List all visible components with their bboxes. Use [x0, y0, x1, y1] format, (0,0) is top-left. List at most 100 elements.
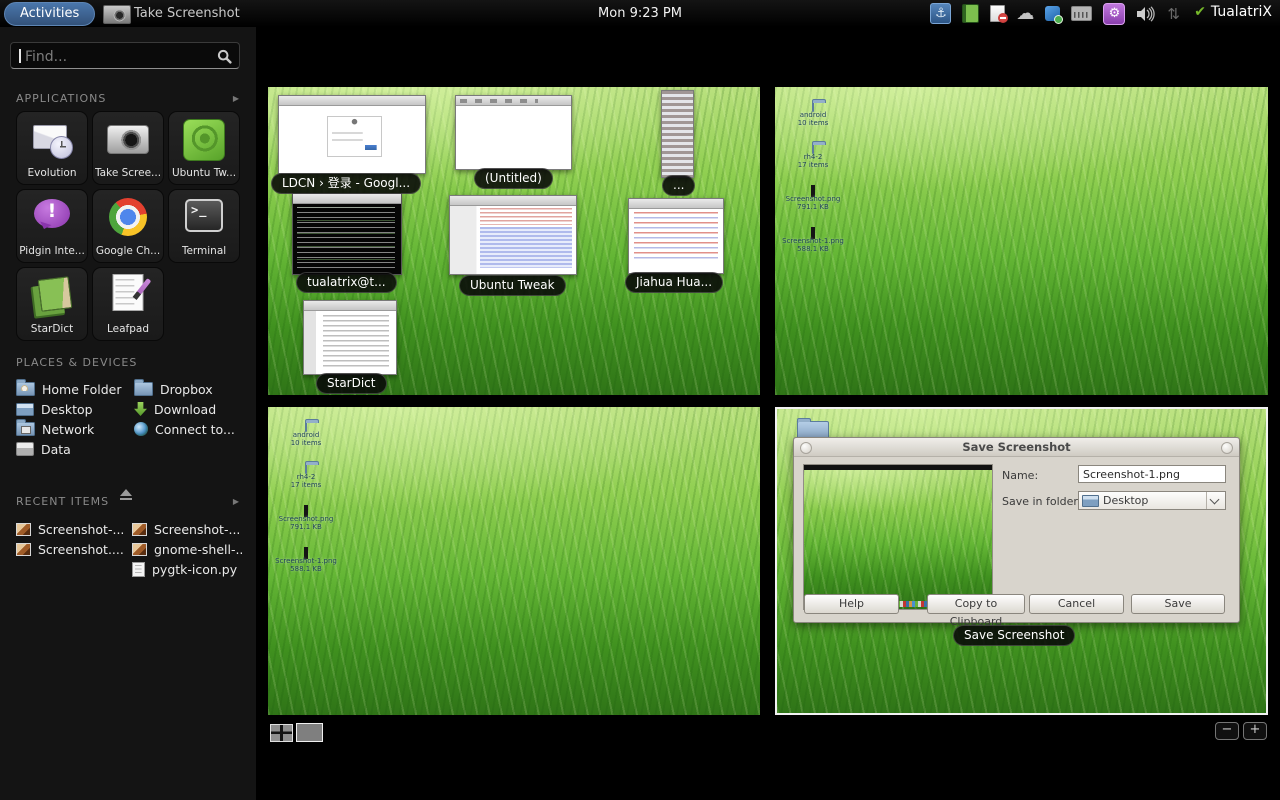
recent-item[interactable]: Screenshot-... — [16, 519, 132, 539]
app-evolution[interactable]: Evolution — [16, 111, 88, 185]
app-label: Leafpad — [107, 323, 149, 335]
folder-dropdown[interactable]: Desktop — [1078, 491, 1226, 510]
cancel-button[interactable]: Cancel — [1029, 594, 1124, 614]
app-terminal[interactable]: >_Terminal — [168, 189, 240, 263]
window-untitled[interactable] — [455, 95, 572, 170]
dropbox-icon[interactable] — [1045, 6, 1060, 21]
workspace-3[interactable]: android10 items rh4-217 items Screenshot… — [268, 407, 760, 715]
volume-icon[interactable] — [1136, 6, 1156, 22]
desktop-icon-image: Screenshot.png791.1 KB — [274, 507, 338, 531]
app-take-screenshot[interactable]: Take Scree... — [92, 111, 164, 185]
app-leafpad[interactable]: Leafpad — [92, 267, 164, 341]
recent-item[interactable]: Screenshot.... — [16, 539, 132, 559]
recent-item[interactable]: Screenshot-... — [132, 519, 244, 539]
titlebar-button-left[interactable] — [800, 442, 812, 454]
app-label: Pidgin Inte... — [19, 245, 85, 257]
place-label: Connect to... — [155, 422, 235, 437]
text-caret — [19, 49, 21, 63]
desktop-icon-image: Screenshot-1.png588.1 KB — [274, 549, 338, 573]
window-title-pill: (Untitled) — [474, 168, 553, 189]
app-menu-title[interactable]: Take Screenshot — [134, 6, 240, 21]
recent-item[interactable]: gnome-shell-... — [132, 539, 244, 559]
cloud-icon[interactable]: ☁ — [1016, 3, 1034, 24]
desktop-icon-folder: rh4-217 items — [274, 465, 338, 489]
window-browser[interactable] — [278, 95, 426, 174]
arrows-glyph: ⇅ — [1167, 5, 1180, 23]
desktop-icon — [16, 403, 34, 416]
input-method-icon[interactable] — [1071, 6, 1092, 21]
system-tray: ⚓ ☁ ⚙ ⇅ — [930, 3, 1180, 24]
workspace-controls: − + — [1215, 722, 1267, 740]
place-download[interactable]: Download — [134, 399, 244, 419]
place-home-folder[interactable]: Home Folder — [16, 379, 134, 399]
status-busy-icon[interactable] — [990, 5, 1005, 22]
recent-label: pygtk-icon.py — [152, 562, 237, 577]
help-button[interactable]: Help — [804, 594, 899, 614]
search-input[interactable] — [23, 45, 212, 68]
desktop-icon-sub: 791.1 KB — [274, 523, 338, 531]
place-desktop[interactable]: Desktop — [16, 399, 134, 419]
titlebar-button-right[interactable] — [1221, 442, 1233, 454]
grid-view-toggle-icon[interactable] — [270, 724, 293, 742]
window-chat[interactable] — [628, 198, 724, 274]
recent-list: Screenshot-... Screenshot-... Screenshot… — [16, 519, 244, 579]
filename-input[interactable] — [1078, 465, 1226, 483]
place-label: Desktop — [41, 402, 93, 417]
workspace-1[interactable]: LDCN › 登录 - Googl... (Untitled) ... tual… — [268, 87, 760, 395]
window-title-pill: ... — [662, 175, 695, 196]
place-data-drive[interactable]: Data — [16, 439, 134, 459]
add-workspace-button[interactable]: + — [1243, 722, 1267, 740]
desktop-icon-label: Screenshot-1.png — [781, 237, 845, 245]
activities-button[interactable]: Activities — [4, 2, 95, 26]
save-button[interactable]: Save — [1131, 594, 1225, 614]
tweak-gear-icon[interactable]: ⚙ — [1103, 3, 1125, 25]
image-file-icon — [16, 523, 31, 536]
remove-workspace-button[interactable]: − — [1215, 722, 1239, 740]
place-dropbox[interactable]: Dropbox — [134, 379, 244, 399]
recent-label: gnome-shell-... — [154, 542, 244, 557]
app-ubuntu-tweak[interactable]: Ubuntu Tw... — [168, 111, 240, 185]
place-label: Home Folder — [42, 382, 122, 397]
copy-to-clipboard-button[interactable]: Copy to Clipboard — [927, 594, 1025, 614]
app-label: Google Ch... — [96, 245, 160, 257]
anchor-icon[interactable]: ⚓ — [930, 3, 951, 24]
app-label: Ubuntu Tw... — [172, 167, 236, 179]
app-pidgin[interactable]: !Pidgin Inte... — [16, 189, 88, 263]
desktop-icon-label: rh4-2 — [274, 473, 338, 481]
recent-header: RECENT ITEMS ▶ — [16, 495, 240, 508]
text-file-icon — [132, 562, 145, 577]
recent-label: Screenshot.... — [38, 542, 124, 557]
network-updown-icon[interactable]: ⇅ — [1167, 5, 1180, 23]
window-terminal[interactable] — [292, 193, 402, 275]
stardict-icon — [38, 276, 73, 312]
window-title-pill: Ubuntu Tweak — [459, 275, 566, 296]
desktop-icon-sub: 791.1 KB — [781, 203, 845, 211]
app-google-chrome[interactable]: Google Ch... — [92, 189, 164, 263]
recent-title: RECENT ITEMS — [16, 495, 109, 508]
window-stardict[interactable] — [303, 300, 397, 375]
desktop-icon-sub: 10 items — [781, 119, 845, 127]
search-box[interactable] — [10, 42, 240, 69]
anchor-glyph: ⚓ — [935, 4, 947, 23]
save-screenshot-dialog[interactable]: Save Screenshot Name: Save in folder: De… — [793, 437, 1240, 623]
app-stardict[interactable]: StarDict — [16, 267, 88, 341]
chevron-right-icon[interactable]: ▶ — [233, 497, 240, 506]
applications-header: APPLICATIONS ▶ — [16, 92, 240, 105]
clock[interactable]: Mon 9:23 PM — [598, 6, 682, 21]
user-menu[interactable]: ✔ TualatriX — [1194, 4, 1272, 20]
evolution-icon — [30, 118, 74, 162]
recent-item[interactable]: pygtk-icon.py — [132, 559, 244, 579]
window-ubuntu-tweak[interactable] — [449, 195, 577, 275]
place-network[interactable]: Network — [16, 419, 134, 439]
drive-icon — [16, 442, 34, 456]
window-title-pill: Jiahua Hua... — [625, 272, 723, 293]
chevron-right-icon[interactable]: ▶ — [233, 94, 240, 103]
desktop-icon-image: Screenshot-1.png588.1 KB — [781, 229, 845, 253]
workspace-2[interactable]: android10 items rh4-217 items Screenshot… — [775, 87, 1268, 395]
stardict-tray-icon[interactable] — [962, 4, 979, 23]
window-buddy-list[interactable] — [661, 90, 694, 178]
place-connect-to[interactable]: Connect to... — [134, 419, 244, 439]
single-view-toggle-icon[interactable] — [296, 723, 323, 742]
workspace-4-active[interactable]: Save Screenshot Name: Save in folder: De… — [775, 407, 1268, 715]
place-label: Data — [41, 442, 71, 457]
